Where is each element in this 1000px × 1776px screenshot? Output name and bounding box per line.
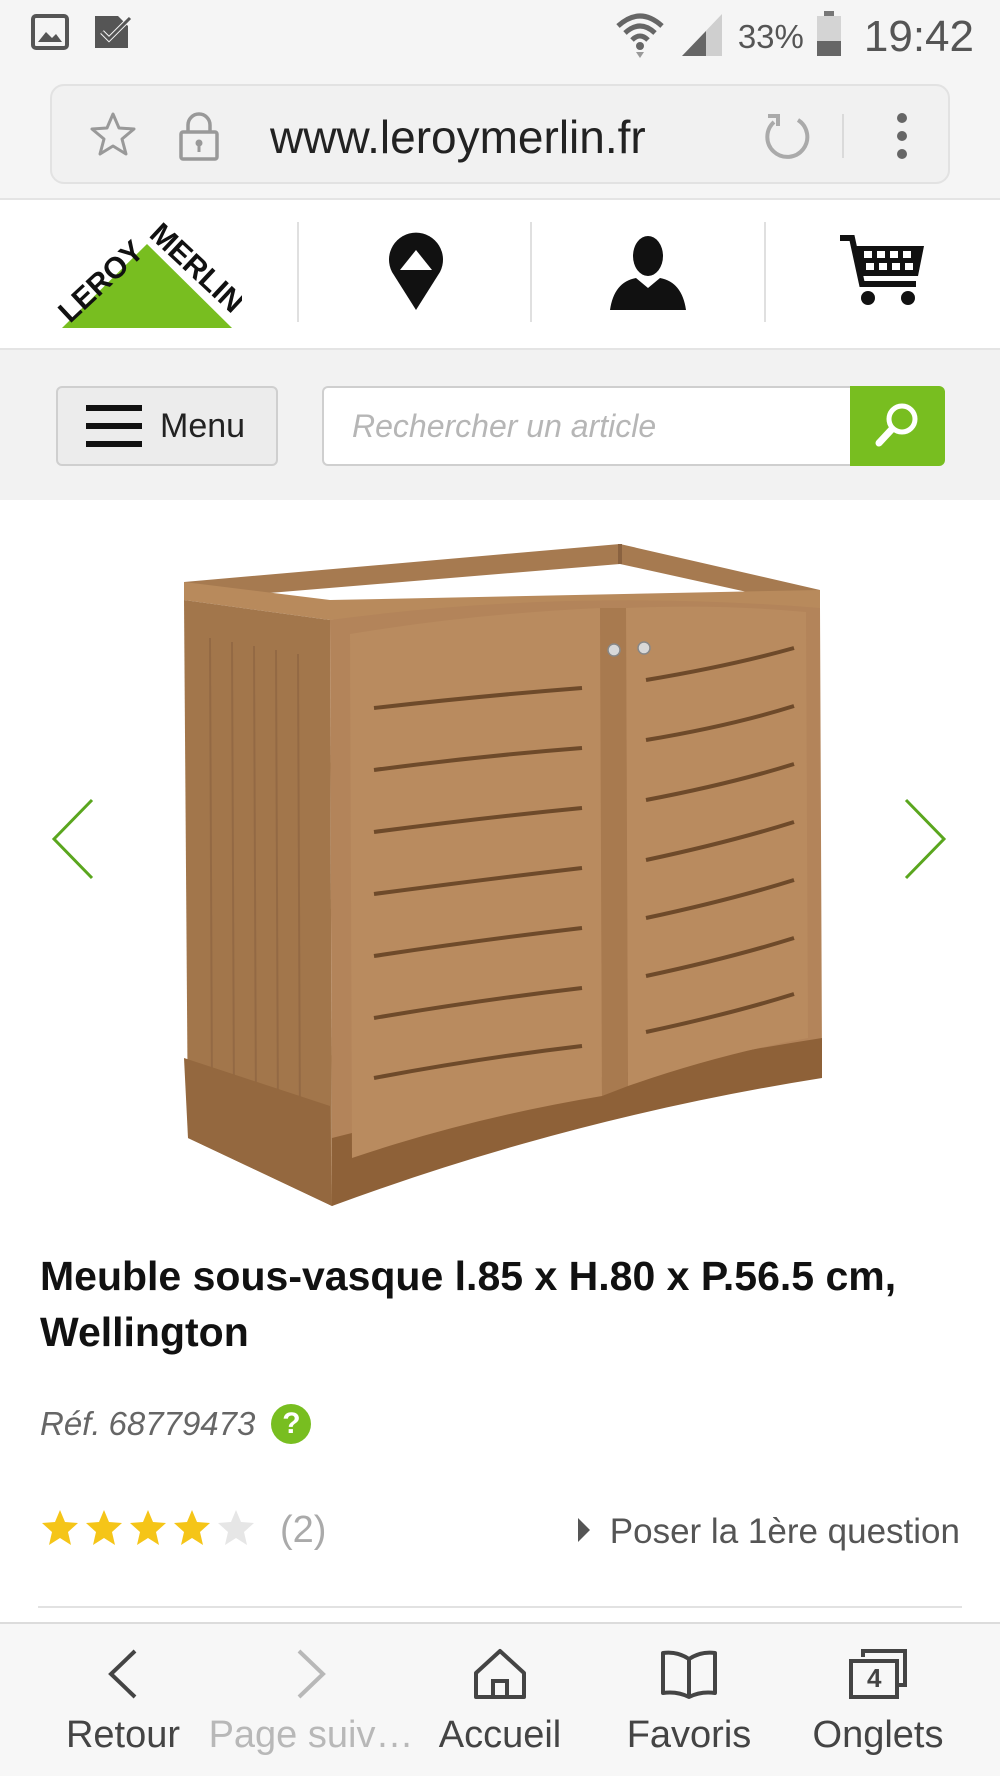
- hamburger-icon: [86, 405, 142, 447]
- header-divider: [530, 222, 532, 322]
- home-icon: [472, 1646, 528, 1702]
- tabs-icon: 4: [847, 1646, 909, 1702]
- forward-icon: [291, 1646, 331, 1702]
- rating-stars: [40, 1508, 256, 1553]
- battery-icon: [816, 11, 842, 62]
- url-text[interactable]: www.leroymerlin.fr: [270, 110, 646, 164]
- back-label: Retour: [65, 1714, 181, 1756]
- product-image-carousel: [0, 500, 1000, 1220]
- address-bar[interactable]: www.leroymerlin.fr: [50, 84, 950, 184]
- home-label: Accueil: [438, 1714, 562, 1756]
- store-locator-icon[interactable]: [386, 232, 446, 317]
- browser-bottom-toolbar: Retour Page suiv… Accueil Favoris 4 Ongl…: [0, 1622, 1000, 1776]
- star-filled-icon: [84, 1508, 124, 1553]
- review-count[interactable]: (2): [280, 1509, 326, 1552]
- menu-label: Menu: [160, 406, 246, 445]
- reference-number: 68779473: [108, 1405, 256, 1442]
- site-header: LEROY MERLIN: [0, 202, 1000, 350]
- tabs-button[interactable]: 4 Onglets: [783, 1624, 973, 1776]
- bookmarks-button[interactable]: Favoris: [594, 1624, 784, 1776]
- star-icon[interactable]: [88, 110, 138, 165]
- search-bar-row: Menu: [0, 350, 1000, 500]
- back-icon: [103, 1646, 143, 1702]
- cart-icon[interactable]: [838, 232, 928, 317]
- bookmarks-icon: [659, 1646, 719, 1702]
- header-divider: [764, 222, 766, 322]
- battery-percent: 33%: [737, 17, 804, 55]
- tab-count: 4: [867, 1663, 882, 1693]
- address-divider: [842, 114, 844, 158]
- account-icon[interactable]: [608, 232, 688, 317]
- reload-icon[interactable]: [760, 110, 812, 167]
- ask-question-link[interactable]: Poser la 1ère question: [576, 1512, 960, 1552]
- wifi-icon: [614, 8, 666, 65]
- clock: 19:42: [863, 11, 974, 61]
- gallery-icon: [30, 12, 70, 57]
- check-notification-icon: [92, 12, 134, 57]
- tabs-label: Onglets: [812, 1714, 944, 1756]
- overflow-menu-icon[interactable]: [892, 110, 912, 167]
- browser-address-area: www.leroymerlin.fr: [0, 70, 1000, 200]
- caret-right-icon: [576, 1516, 592, 1549]
- section-divider: [38, 1606, 962, 1608]
- status-bar: 33% 19:42: [0, 0, 1000, 70]
- chevron-right-icon[interactable]: [900, 796, 950, 887]
- search-icon: [873, 399, 923, 454]
- star-filled-icon: [40, 1508, 80, 1553]
- forward-label: Page suiv…: [208, 1714, 414, 1756]
- leroy-merlin-logo[interactable]: LEROY MERLIN: [52, 216, 250, 339]
- header-divider: [297, 222, 299, 322]
- ask-question-label: Poser la 1ère question: [609, 1512, 960, 1551]
- back-button[interactable]: Retour: [28, 1624, 218, 1776]
- forward-button[interactable]: Page suiv…: [209, 1624, 413, 1776]
- bookmarks-label: Favoris: [626, 1714, 752, 1756]
- star-filled-icon: [128, 1508, 168, 1553]
- search-box: [322, 386, 852, 466]
- product-reference: Réf. 68779473 ?: [40, 1404, 312, 1444]
- search-input[interactable]: [324, 388, 852, 464]
- reference-label: Réf.: [40, 1405, 101, 1442]
- help-icon[interactable]: ?: [271, 1404, 312, 1444]
- star-filled-icon: [172, 1508, 212, 1553]
- lock-icon: [174, 110, 224, 167]
- product-image: [170, 538, 830, 1213]
- product-rating[interactable]: (2): [40, 1508, 326, 1553]
- product-title: Meuble sous-vasque l.85 x H.80 x P.56.5 …: [40, 1253, 897, 1355]
- menu-button[interactable]: Menu: [56, 386, 278, 466]
- chevron-left-icon[interactable]: [48, 796, 98, 887]
- home-button[interactable]: Accueil: [405, 1624, 595, 1776]
- star-empty-icon: [216, 1508, 256, 1553]
- search-button[interactable]: [850, 386, 945, 466]
- signal-icon: [678, 10, 726, 63]
